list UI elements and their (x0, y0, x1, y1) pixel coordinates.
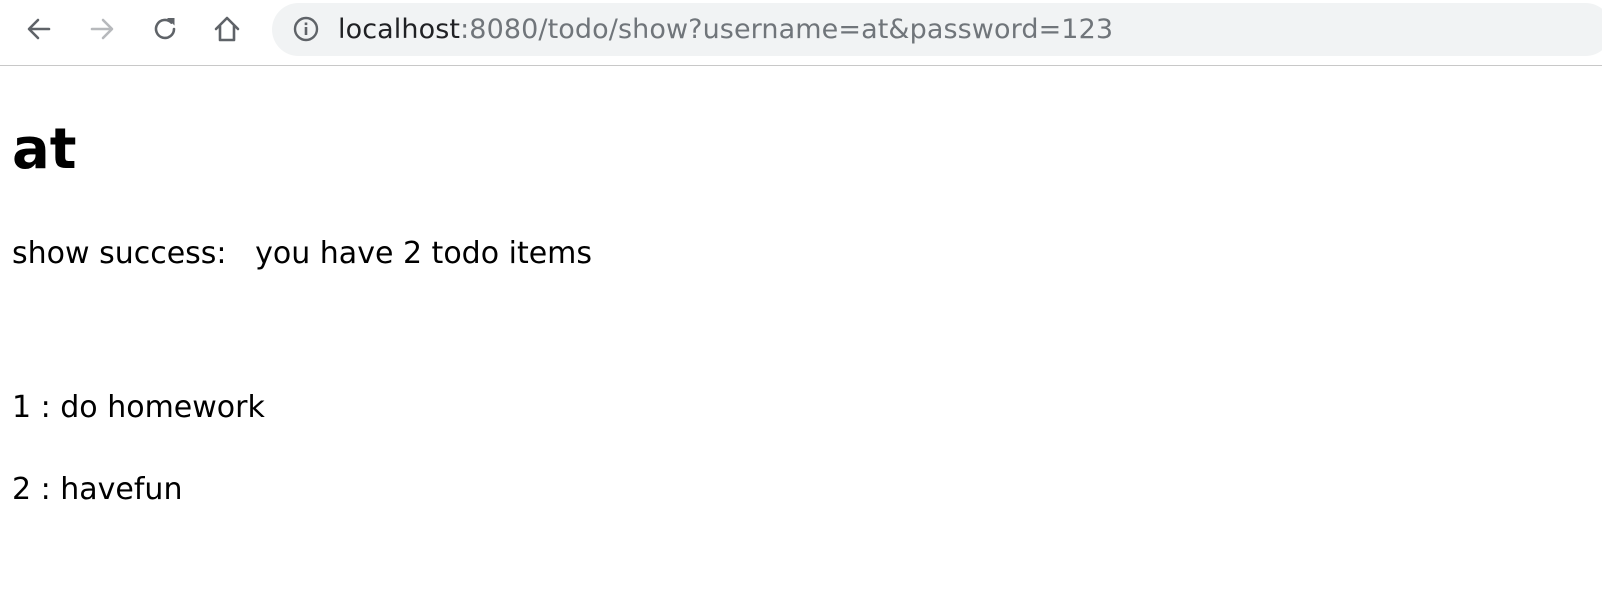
status-message: show success: you have 2 todo items (12, 236, 593, 271)
url-text[interactable]: localhost:8080/todo/show?username=at&pas… (338, 3, 1113, 56)
reload-button[interactable] (147, 11, 183, 47)
forward-arrow-icon (90, 18, 114, 40)
back-arrow-icon (27, 18, 51, 40)
home-icon (214, 16, 240, 42)
page-title: at (12, 117, 77, 182)
reload-icon (154, 18, 176, 40)
url-path: :8080/todo/show?username=at&password=123 (460, 14, 1114, 45)
address-bar[interactable]: localhost:8080/todo/show?username=at&pas… (272, 3, 1602, 56)
back-button[interactable] (21, 11, 57, 47)
url-host: localhost (338, 14, 461, 45)
page-content: at show success: you have 2 todo items 1… (12, 66, 1592, 586)
browser-toolbar: localhost:8080/todo/show?username=at&pas… (0, 0, 1602, 66)
todo-item: 2 : havefun (12, 472, 183, 507)
forward-button[interactable] (84, 11, 120, 47)
info-icon[interactable] (293, 16, 319, 42)
todo-item: 1 : do homework (12, 390, 265, 425)
home-button[interactable] (209, 11, 245, 47)
